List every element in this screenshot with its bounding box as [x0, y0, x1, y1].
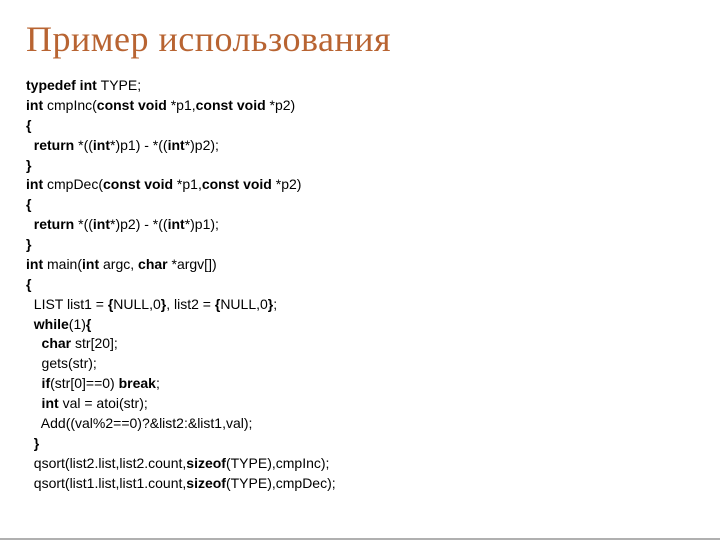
code-line: while(1){: [26, 316, 91, 332]
code-line: }: [26, 435, 39, 451]
code-line: int main(int argc, char *argv[]): [26, 256, 217, 272]
code-line: return *((int*)p1) - *((int*)p2);: [26, 137, 219, 153]
slide: Пример использования typedef int TYPE; i…: [0, 0, 720, 540]
code-line: gets(str);: [26, 355, 97, 371]
code-line: qsort(list1.list,list1.count,sizeof(TYPE…: [26, 475, 336, 491]
code-line: Add((val%2==0)?&list2:&list1,val);: [26, 415, 252, 431]
code-line: int val = atoi(str);: [26, 395, 148, 411]
code-line: if(str[0]==0) break;: [26, 375, 160, 391]
code-line: {: [26, 276, 31, 292]
code-line: LIST list1 = {NULL,0}, list2 = {NULL,0};: [26, 296, 277, 312]
code-line: int cmpDec(const void *p1,const void *p2…: [26, 176, 301, 192]
code-line: {: [26, 117, 31, 133]
code-line: {: [26, 196, 31, 212]
code-line: int cmpInc(const void *p1,const void *p2…: [26, 97, 295, 113]
code-block: typedef int TYPE; int cmpInc(const void …: [26, 76, 694, 493]
code-line: qsort(list2.list,list2.count,sizeof(TYPE…: [26, 455, 329, 471]
code-line: }: [26, 236, 31, 252]
code-line: return *((int*)p2) - *((int*)p1);: [26, 216, 219, 232]
code-line: char str[20];: [26, 335, 118, 351]
slide-title: Пример использования: [26, 18, 694, 60]
code-line: typedef int TYPE;: [26, 77, 141, 93]
code-line: }: [26, 157, 31, 173]
